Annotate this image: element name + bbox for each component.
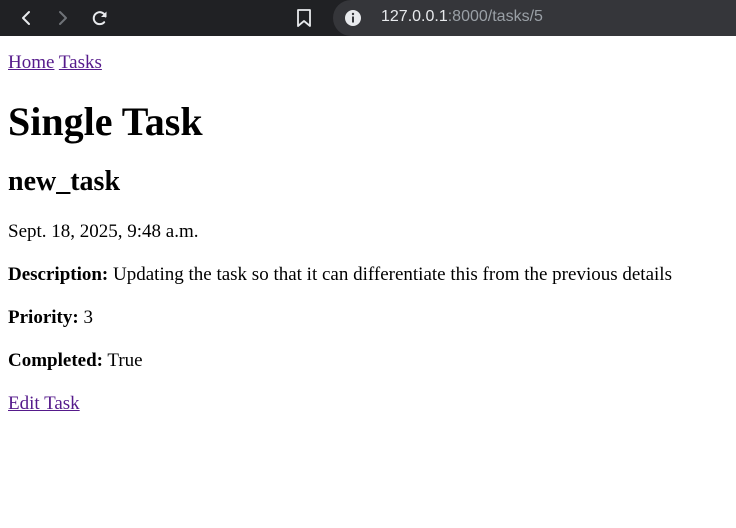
site-info-icon[interactable] <box>344 9 362 27</box>
forward-arrow-icon <box>59 11 67 25</box>
reload-button[interactable] <box>84 0 116 36</box>
forward-button[interactable] <box>47 0 79 36</box>
back-arrow-icon <box>22 11 30 25</box>
reload-icon <box>92 11 107 26</box>
edit-task-line: Edit Task <box>8 375 728 418</box>
edit-task-link[interactable]: Edit Task <box>8 393 80 414</box>
task-name: new_task <box>8 166 121 197</box>
browser-toolbar: 127.0.0.1:8000/tasks/5 <box>0 0 736 36</box>
task-date: Sept. 18, 2025, 9:48 a.m. <box>8 221 199 242</box>
priority-label: Priority: <box>8 307 79 328</box>
home-link[interactable]: Home <box>8 52 54 73</box>
task-priority: Priority: 3 <box>8 289 728 332</box>
bookmark-icon <box>297 9 311 27</box>
description-label: Description: <box>8 264 109 285</box>
site-nav: Home Tasks <box>8 43 728 81</box>
bookmark-button[interactable] <box>288 0 320 36</box>
task-description: Description: Updating the task so that i… <box>8 246 728 289</box>
url-text[interactable]: 127.0.0.1:8000/tasks/5 <box>381 0 543 36</box>
url-host: 127.0.0.1 <box>381 8 448 25</box>
url-path: :8000/tasks/5 <box>447 8 543 25</box>
priority-value: 3 <box>83 307 93 328</box>
description-value: Updating the task so that it can differe… <box>113 264 672 285</box>
task-completed: Completed: True <box>8 332 728 375</box>
back-button[interactable] <box>10 0 42 36</box>
completed-label: Completed: <box>8 350 103 371</box>
page-content: Home Tasks Single Task new_task Sept. 18… <box>8 43 728 418</box>
address-bar[interactable]: 127.0.0.1:8000/tasks/5 <box>333 0 736 36</box>
page-title: Single Task <box>8 99 203 144</box>
completed-value: True <box>107 350 143 371</box>
tasks-link[interactable]: Tasks <box>59 52 102 73</box>
